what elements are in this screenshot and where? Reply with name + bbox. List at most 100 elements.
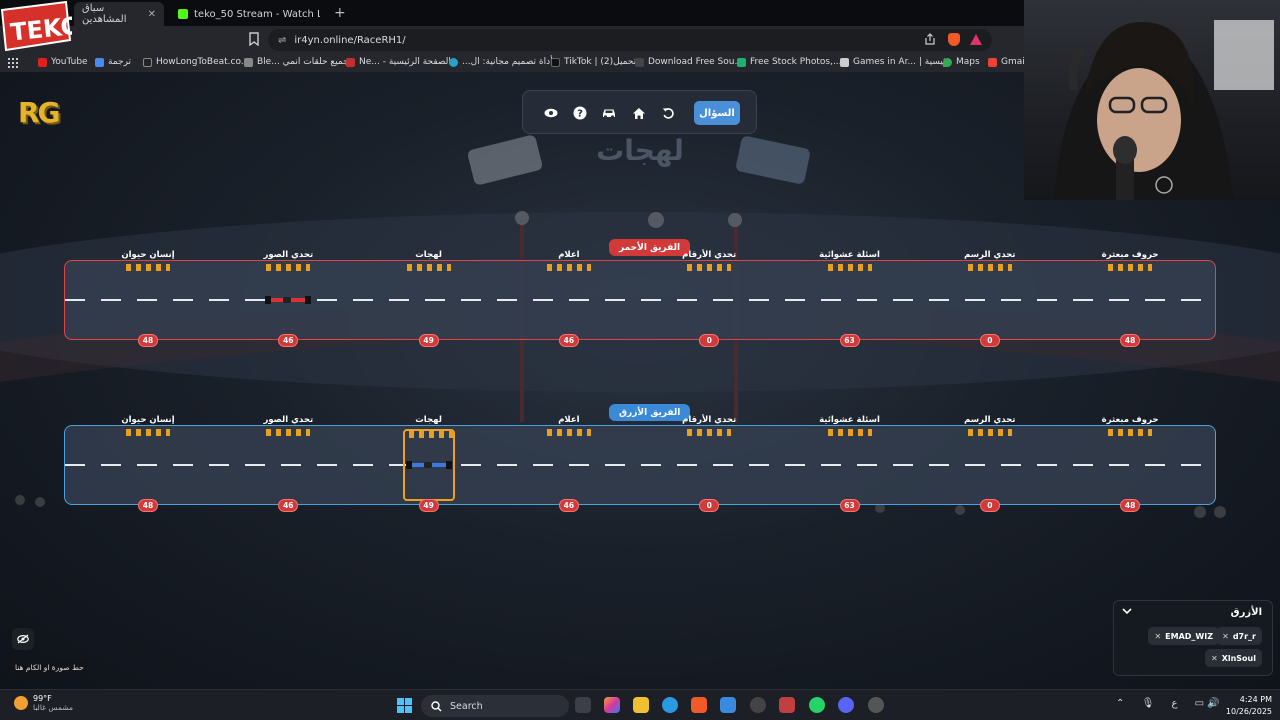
red-stop-2[interactable] [403, 264, 455, 336]
stop-score: 0 [699, 334, 720, 347]
stop-stripes [266, 264, 311, 271]
apps-grid-icon[interactable] [8, 58, 18, 68]
app-icon[interactable] [868, 697, 884, 713]
blue-stop-0[interactable] [122, 429, 174, 501]
share-icon[interactable] [924, 33, 936, 45]
bookmark-download-sounds[interactable]: Download Free Sou... [635, 57, 743, 67]
bookmark-gmail[interactable]: Gmail [988, 57, 1027, 67]
edge-icon[interactable] [662, 697, 678, 713]
lane-divider [65, 299, 1215, 301]
bookmark-maps[interactable]: Maps [943, 57, 980, 67]
taskbar-search[interactable]: Search [421, 695, 569, 717]
eye-icon[interactable] [541, 103, 561, 123]
stop-label: تحدي الرسم [964, 415, 1016, 425]
stop-stripes [126, 429, 170, 436]
chevron-up-icon[interactable]: ⌃ [1116, 698, 1124, 709]
url-field[interactable]: ⇌ ir4yn.online/RaceRH1/ [268, 29, 992, 51]
store-icon[interactable] [720, 697, 736, 713]
canva-icon [449, 57, 458, 67]
tab-kick-stream[interactable]: teko_50 Stream - Watch Live on Kick [170, 2, 328, 26]
volume-icon[interactable]: 🔊 [1207, 698, 1219, 709]
stop-stripes [827, 264, 872, 271]
app-icon[interactable] [779, 697, 795, 713]
stop-stripes [1108, 264, 1153, 271]
youtube-icon [38, 57, 47, 67]
stop-stripes [1108, 429, 1153, 436]
bookmark-homepage[interactable]: الصفحة الرئيسية - ...Ne [346, 57, 451, 67]
help-icon[interactable]: ? [570, 103, 590, 123]
stop-label: اسئلة عشوائية [819, 250, 880, 260]
obs-icon[interactable] [750, 697, 766, 713]
site-settings-icon[interactable]: ⇌ [278, 35, 286, 46]
bookmark-icon[interactable] [248, 32, 260, 46]
new-tab-button[interactable]: + [334, 5, 346, 21]
remove-player-icon[interactable]: ✕ [1154, 632, 1161, 641]
red-stop-7[interactable] [1104, 264, 1156, 336]
hide-camera-toggle[interactable] [12, 628, 34, 650]
url-text: ir4yn.online/RaceRH1/ [294, 34, 406, 46]
clock[interactable]: 4:24 PM 10/26/2025 [1222, 694, 1272, 718]
blue-stop-7[interactable] [1104, 429, 1156, 501]
remove-player-icon[interactable]: ✕ [1222, 632, 1229, 641]
blue-stop-4[interactable] [683, 429, 735, 501]
bookmark-label: أداة تصميم مجانية: ال... [462, 57, 553, 67]
stop-score: 48 [1120, 334, 1141, 347]
undo-icon[interactable] [658, 103, 678, 123]
network-icon[interactable]: ▭ [1195, 698, 1204, 709]
bookmark-tiktok[interactable]: TikTok | (2)تحميل [551, 57, 636, 67]
teko-logo: TEKO [0, 0, 72, 52]
red-stop-5[interactable] [824, 264, 876, 336]
bookmark-youtube[interactable]: YouTube [38, 57, 88, 67]
red-stop-4[interactable] [683, 264, 735, 336]
search-placeholder: Search [450, 700, 483, 712]
chevron-down-icon[interactable] [1122, 607, 1132, 615]
player-chip[interactable]: ✕ d7r_r [1216, 627, 1262, 645]
stop-stripes [967, 264, 1012, 271]
stop-label: حروف مبعثرة [1101, 415, 1159, 425]
tiktok-icon [551, 57, 560, 67]
weather-widget[interactable]: 99°F مشمس غالبا [14, 694, 73, 712]
stop-score: 48 [138, 334, 158, 347]
bookmark-anime[interactable]: جميع حلقات انمي ...Ble [244, 57, 349, 67]
blue-stop-6[interactable] [964, 429, 1016, 501]
question-button[interactable]: السؤال [694, 101, 740, 125]
blue-stop-3[interactable] [543, 429, 595, 501]
bookmark-stock-photos[interactable]: Free Stock Photos,... [737, 57, 842, 67]
brave-shield-icon[interactable] [948, 33, 960, 46]
blue-stop-5[interactable] [824, 429, 876, 501]
blue-stop-1[interactable] [262, 429, 314, 501]
windows-start-icon[interactable] [397, 698, 412, 713]
search-icon [431, 700, 442, 711]
home-icon[interactable] [629, 103, 649, 123]
close-tab-icon[interactable]: ✕ [148, 9, 156, 20]
bookmark-label: ترجمة [108, 57, 132, 67]
player-chip[interactable]: ✕ XlnSoul [1204, 649, 1262, 667]
bookmark-design-tool[interactable]: أداة تصميم مجانية: ال... [449, 57, 553, 67]
microphone-icon[interactable]: 🎙 [1142, 698, 1155, 709]
whatsapp-icon[interactable] [809, 697, 825, 713]
bookmark-translate[interactable]: ترجمة [95, 57, 131, 67]
red-stop-6[interactable] [964, 264, 1016, 336]
maps-icon [943, 57, 952, 67]
kick-icon [178, 9, 188, 19]
copilot-icon[interactable] [604, 697, 620, 713]
discord-icon[interactable] [838, 697, 854, 713]
tab-viewers-race[interactable]: سباق المشاهدين ✕ [74, 2, 164, 26]
red-stop-0[interactable] [122, 264, 174, 336]
player-chip[interactable]: ✕ EMAD_WIZ [1148, 627, 1219, 645]
file-explorer-icon[interactable] [633, 697, 649, 713]
bookmark-howlongtobeat[interactable]: HowLongToBeat.co... [143, 57, 249, 67]
stop-label: تحدي الصور [263, 250, 314, 260]
panel-team-title: الأزرق [1230, 607, 1262, 618]
brave-rewards-icon[interactable] [970, 34, 982, 45]
weather-temp: 99°F [33, 694, 52, 703]
task-view-icon[interactable] [575, 697, 591, 713]
red-stop-3[interactable] [543, 264, 595, 336]
remove-player-icon[interactable]: ✕ [1211, 654, 1218, 663]
windows-taskbar: 99°F مشمس غالبا Search ⌃ 🎙 ع ▭ 🔊 4:24 PM… [0, 689, 1280, 720]
brave-icon[interactable] [691, 697, 707, 713]
bookmark-label: Games in Ar... | رئيسية [853, 57, 950, 67]
car-icon[interactable] [599, 103, 619, 123]
language-indicator[interactable]: ع [1171, 698, 1177, 709]
bookmark-games[interactable]: Games in Ar... | رئيسية [840, 57, 950, 67]
